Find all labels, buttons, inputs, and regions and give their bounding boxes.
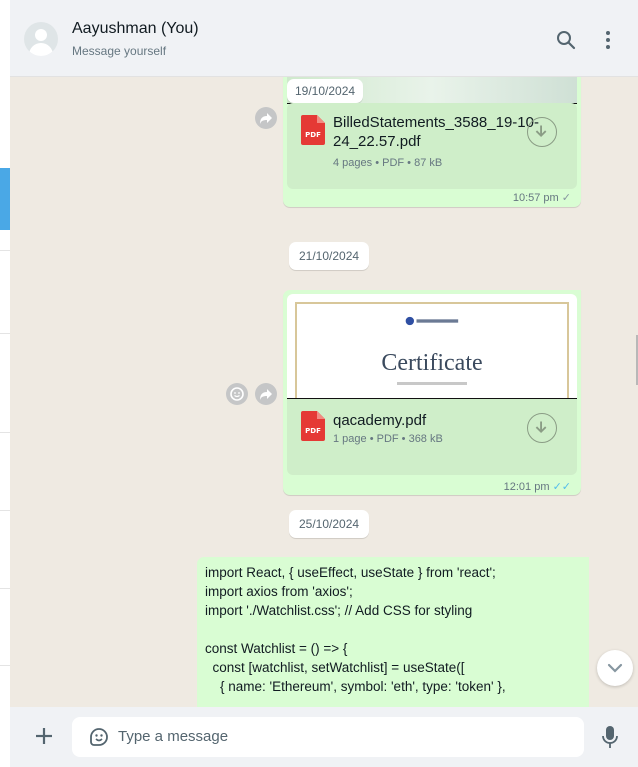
forward-icon[interactable] (255, 107, 277, 129)
chat-header[interactable]: Aayushman (You) Message yourself (10, 0, 638, 77)
certificate-title: Certificate (381, 350, 483, 376)
file-name: qacademy.pdf (333, 412, 427, 429)
message-bubble-text[interactable]: import React, { useEffect, useState } fr… (197, 557, 589, 707)
divider (0, 665, 10, 666)
file-meta: 4 pages • PDF • 87 kB (333, 157, 443, 169)
date-separator: 25/10/2024 (289, 510, 370, 538)
svg-text:PDF: PDF (305, 131, 321, 139)
plus-icon[interactable] (32, 724, 56, 748)
divider (0, 432, 10, 433)
mic-icon[interactable] (598, 724, 622, 750)
download-icon[interactable] (527, 117, 557, 147)
message-list[interactable]: 19/10/2024 PDF BilledStatements_3588_19-… (10, 77, 638, 707)
divider (0, 333, 10, 334)
file-meta: 1 page • PDF • 368 kB (333, 433, 443, 445)
message-bubble-document[interactable]: 19/10/2024 PDF BilledStatements_3588_19-… (283, 77, 581, 207)
download-icon[interactable] (527, 413, 557, 443)
emoji-reaction-icon[interactable] (226, 383, 248, 405)
contact-name[interactable]: Aayushman (You) (72, 20, 199, 38)
svg-text:PDF: PDF (305, 427, 321, 435)
message-text-line: const Watchlist = () => { (205, 641, 348, 656)
message-bubble-document[interactable]: Certificate PDF qacademy.pdf 1 page • PD… (283, 290, 581, 495)
message-time: 10:57 pm ✓ (512, 192, 571, 204)
chevron-down-icon (607, 663, 623, 673)
message-text-line: import './Watchlist.css'; // Add CSS for… (205, 603, 473, 618)
avatar[interactable] (24, 22, 58, 56)
sticker-icon[interactable] (88, 726, 110, 748)
message-input-placeholder[interactable]: Type a message (118, 728, 228, 745)
divider (0, 510, 10, 511)
contact-status: Message yourself (72, 44, 167, 58)
message-composer: Type a message (10, 707, 638, 767)
qacademy-logo (405, 316, 459, 326)
file-name: BilledStatements_3588_19-10- (333, 114, 539, 131)
divider (0, 588, 10, 589)
document-thumbnail[interactable]: Certificate (287, 294, 577, 399)
file-name: 24_22.57.pdf (333, 133, 421, 150)
kebab-menu-icon[interactable] (596, 28, 620, 52)
message-text-line: const [watchlist, setWatchlist] = useSta… (205, 660, 465, 675)
sent-tick-icon: ✓ (561, 192, 571, 204)
chat-panel: Aayushman (You) Message yourself 19/10/2… (10, 0, 638, 767)
left-panel-edge (0, 0, 10, 767)
search-icon[interactable] (554, 28, 578, 52)
pdf-file-icon: PDF (301, 115, 325, 145)
forward-icon[interactable] (255, 383, 277, 405)
read-tick-icon: ✓✓ (552, 481, 571, 493)
message-text-line: { name: 'Ethereum', symbol: 'eth', type:… (205, 679, 506, 694)
message-text-line: import axios from 'axios'; (205, 584, 353, 599)
scroll-to-bottom-button[interactable] (597, 650, 633, 686)
document-card[interactable]: PDF qacademy.pdf 1 page • PDF • 368 kB (287, 399, 577, 475)
selected-chat-indicator (0, 168, 10, 230)
divider (0, 250, 10, 251)
pdf-file-icon: PDF (301, 411, 325, 441)
date-separator: 21/10/2024 (289, 242, 370, 270)
message-text-line: import React, { useEffect, useState } fr… (205, 565, 496, 580)
message-time: 12:01 pm ✓✓ (503, 481, 571, 493)
document-card[interactable]: PDF BilledStatements_3588_19-10- 24_22.5… (287, 103, 577, 189)
message-input[interactable]: Type a message (72, 717, 584, 757)
date-header: 19/10/2024 (287, 79, 364, 103)
